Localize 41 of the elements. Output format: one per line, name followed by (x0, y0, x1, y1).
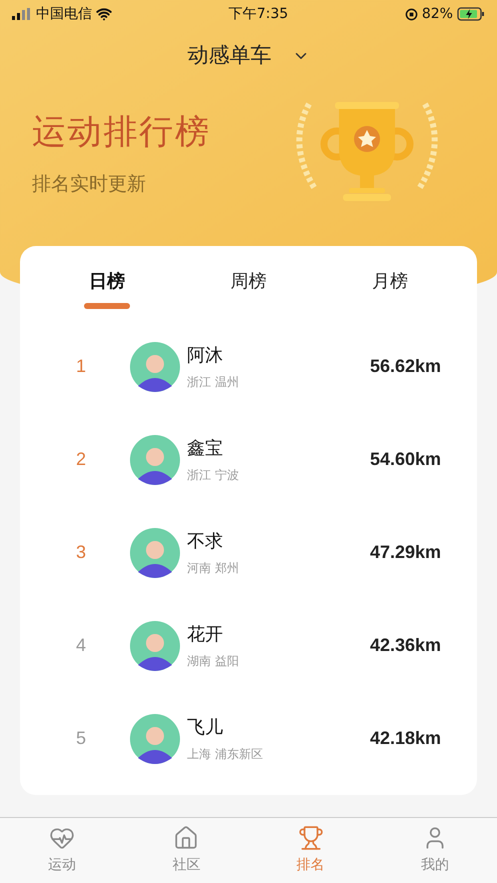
rank-number: 2 (76, 448, 88, 471)
battery-percentage: 82% (422, 4, 453, 24)
avatar-icon (130, 620, 180, 670)
avatar-icon (130, 434, 180, 484)
signal-icon (12, 8, 32, 20)
rank-number: 3 (76, 541, 88, 564)
clock-time: 下午7:35 (228, 4, 288, 24)
avatar-icon (130, 528, 180, 578)
wifi-icon (96, 6, 112, 22)
rank-number: 4 (76, 634, 88, 657)
tab[interactable]: 月榜 (360, 268, 420, 320)
user-location: 浙江 温州 (187, 374, 240, 391)
rank-number: 5 (76, 727, 88, 750)
user-name: 阿沐 (187, 344, 224, 368)
trophy-icon (298, 825, 324, 851)
user-location: 湖南 益阳 (187, 653, 240, 670)
rank-number: 1 (76, 355, 88, 378)
rotation-lock-icon (404, 8, 418, 20)
banner-subheading: 排名实时更新 (32, 172, 147, 198)
user-location: 上海 浦东新区 (187, 746, 264, 763)
avatar-icon (130, 342, 180, 392)
distance-value: 47.29km (370, 541, 441, 564)
distance-value: 42.18km (370, 727, 441, 750)
page-title[interactable]: 动感单车 (188, 40, 272, 72)
tab[interactable]: 日榜 (76, 268, 137, 320)
user-location: 河南 郑州 (187, 560, 240, 577)
user-name: 鑫宝 (187, 437, 224, 461)
user-name: 飞儿 (187, 716, 224, 740)
user-name: 花开 (187, 623, 224, 647)
battery-charging-icon (456, 7, 485, 21)
distance-value: 42.36km (370, 634, 441, 657)
distance-value: 54.60km (370, 448, 441, 471)
user-location: 浙江 宁波 (187, 467, 240, 484)
banner-heading: 运动排行榜 (32, 111, 210, 154)
house-icon (173, 825, 200, 851)
distance-value: 56.62km (370, 355, 441, 378)
avatar-icon (130, 714, 180, 764)
carrier-name: 中国电信 (36, 4, 92, 24)
tab-underline (84, 303, 130, 309)
user-name: 不求 (187, 530, 224, 554)
tab[interactable]: 周榜 (218, 268, 278, 320)
